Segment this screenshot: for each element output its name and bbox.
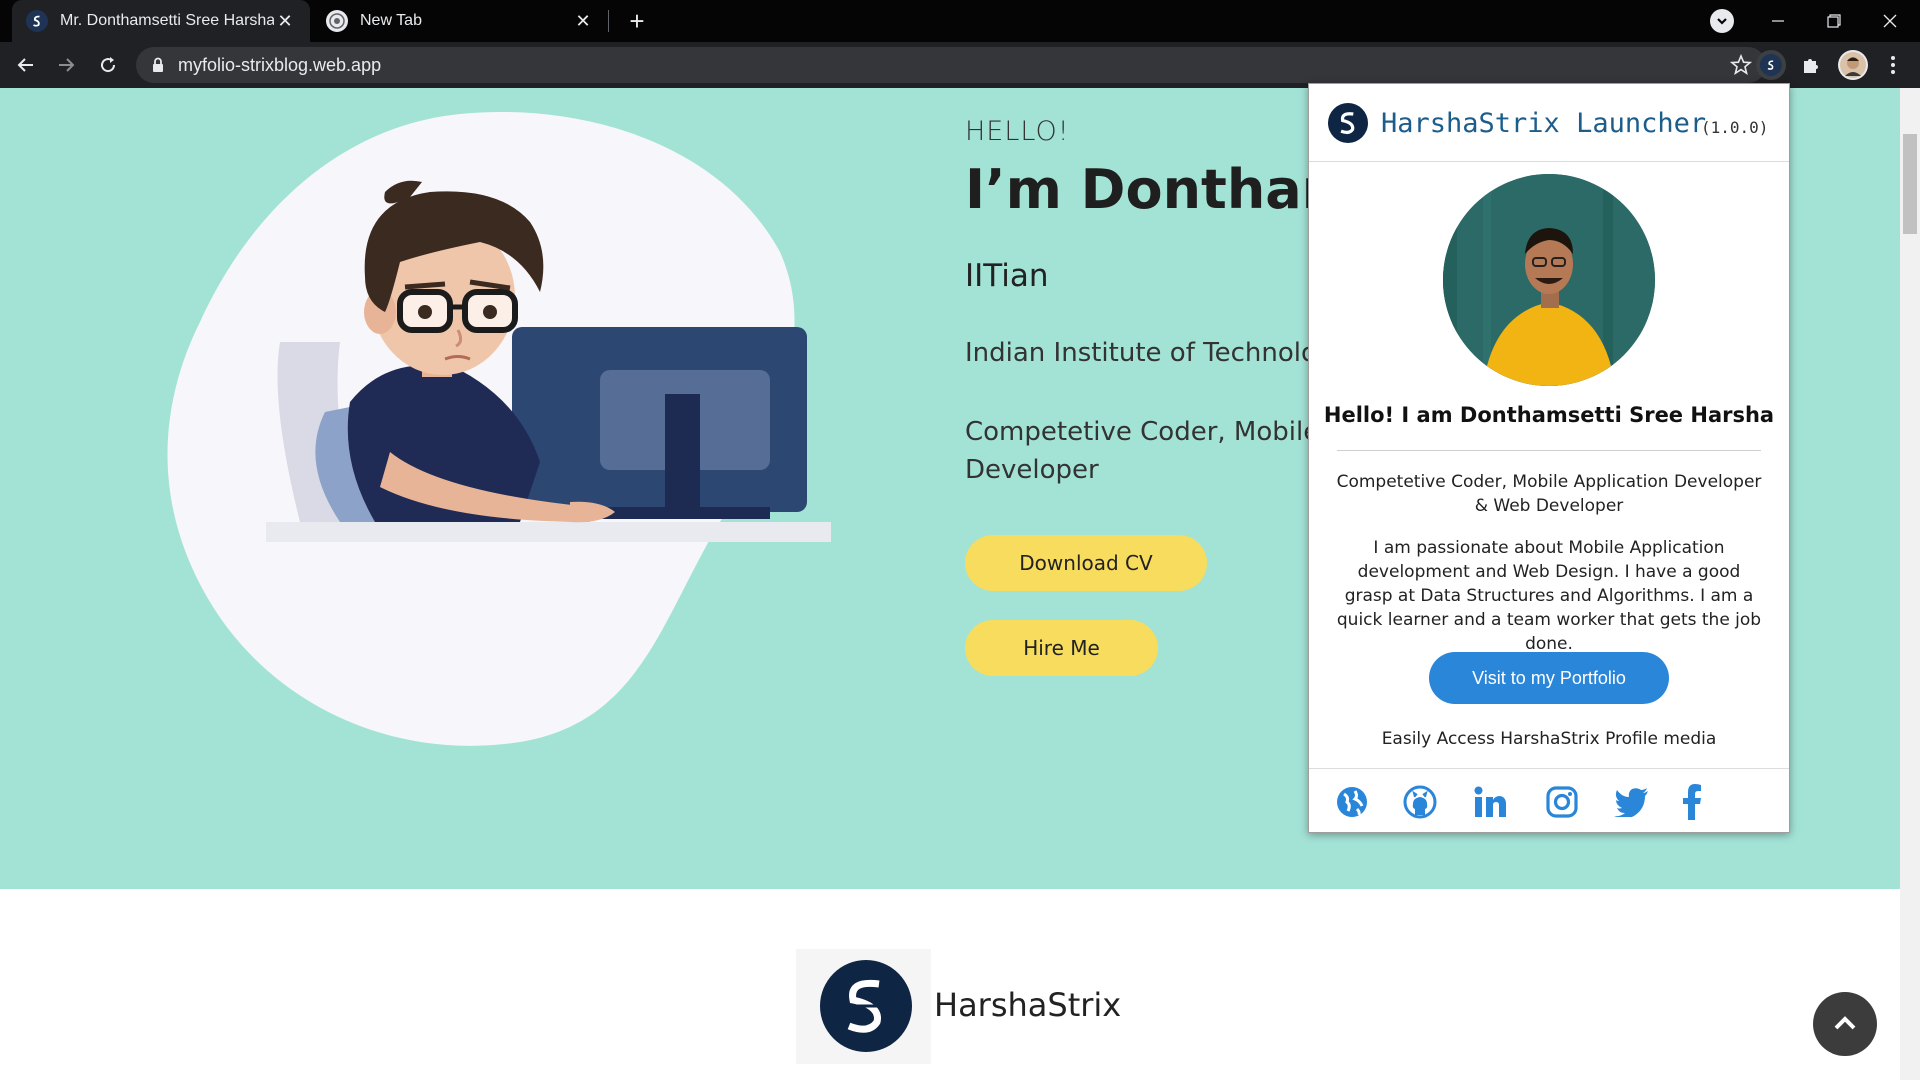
- divider: [1337, 450, 1761, 451]
- tab-title: New Tab: [360, 12, 422, 29]
- instagram-icon[interactable]: [1543, 783, 1581, 821]
- restore-icon[interactable]: [1806, 0, 1862, 42]
- hero-greeting: HELLO!: [965, 116, 1070, 147]
- bookmark-star-icon[interactable]: [1729, 53, 1753, 81]
- linkedin-icon[interactable]: [1471, 783, 1509, 821]
- extensions-puzzle-icon[interactable]: [1796, 50, 1826, 80]
- harshastrix-logo: [820, 960, 912, 1052]
- github-icon[interactable]: [1401, 783, 1439, 821]
- extension-popup: HarshaStrix Launcher (1.0.0) Hello! I am…: [1308, 83, 1790, 833]
- back-arrow-icon[interactable]: [10, 49, 42, 81]
- minimize-icon[interactable]: [1750, 0, 1806, 42]
- developer-illustration: [167, 111, 831, 746]
- address-bar[interactable]: myfolio-strixblog.web.app: [136, 47, 1766, 83]
- hire-me-button[interactable]: Hire Me: [965, 620, 1158, 676]
- popup-title: HarshaStrix Launcher: [1381, 108, 1707, 139]
- page-scrollbar[interactable]: [1900, 88, 1920, 1080]
- browser-toolbar: myfolio-strixblog.web.app: [0, 42, 1920, 88]
- popup-about: I am passionate about Mobile Application…: [1336, 538, 1762, 654]
- back-to-top-button[interactable]: [1813, 992, 1877, 1056]
- scrollbar-thumb[interactable]: [1903, 134, 1917, 234]
- tab-separator: [608, 10, 609, 32]
- chevron-up-icon: [1834, 1016, 1856, 1030]
- tab-search-chevron-icon[interactable]: [1710, 9, 1734, 33]
- tab-strip: Mr. Donthamsetti Sree Harsha ✕ New Tab ✕…: [0, 0, 1920, 42]
- social-links: [1309, 768, 1789, 832]
- popup-access-text: Easily Access HarshaStrix Profile media: [1381, 729, 1717, 749]
- popup-roles: Competetive Coder, Mobile Application De…: [1336, 472, 1762, 516]
- hero-role: IITian: [965, 258, 1049, 294]
- chrome-icon: [326, 10, 348, 32]
- popup-header: HarshaStrix Launcher (1.0.0): [1309, 84, 1789, 162]
- tab-new-tab[interactable]: New Tab ✕: [312, 0, 608, 42]
- profile-photo: [1443, 174, 1655, 386]
- tab-portfolio[interactable]: Mr. Donthamsetti Sree Harsha ✕: [12, 0, 310, 42]
- reload-icon[interactable]: [92, 49, 124, 81]
- twitter-icon[interactable]: [1613, 783, 1651, 821]
- url-text[interactable]: myfolio-strixblog.web.app: [178, 55, 381, 76]
- window-close-icon[interactable]: [1862, 0, 1918, 42]
- facebook-icon[interactable]: [1673, 783, 1711, 821]
- browser-menu-icon[interactable]: [1878, 50, 1908, 80]
- harshastrix-logo-icon: [1328, 103, 1368, 143]
- harshastrix-favicon-icon: [26, 10, 48, 32]
- download-cv-button[interactable]: Download CV: [965, 535, 1207, 591]
- close-icon[interactable]: ✕: [274, 10, 296, 32]
- profile-avatar-icon[interactable]: [1838, 50, 1868, 80]
- tab-title: Mr. Donthamsetti Sree Harsha: [60, 12, 274, 29]
- forward-arrow-icon[interactable]: [50, 49, 82, 81]
- harshastrix-extension-icon[interactable]: [1756, 50, 1786, 80]
- lock-icon[interactable]: [152, 57, 164, 78]
- close-icon[interactable]: ✕: [572, 10, 594, 32]
- hero-institute: Indian Institute of Technology: [965, 338, 1349, 368]
- popup-version: (1.0.0): [1701, 118, 1769, 137]
- globe-icon[interactable]: [1333, 783, 1371, 821]
- visit-portfolio-button[interactable]: Visit to my Portfolio: [1429, 652, 1669, 704]
- brand-name: HarshaStrix: [934, 986, 1122, 1024]
- new-tab-plus-icon[interactable]: +: [622, 6, 652, 36]
- popup-hello-heading: Hello! I am Donthamsetti Sree Harsha: [1323, 403, 1775, 427]
